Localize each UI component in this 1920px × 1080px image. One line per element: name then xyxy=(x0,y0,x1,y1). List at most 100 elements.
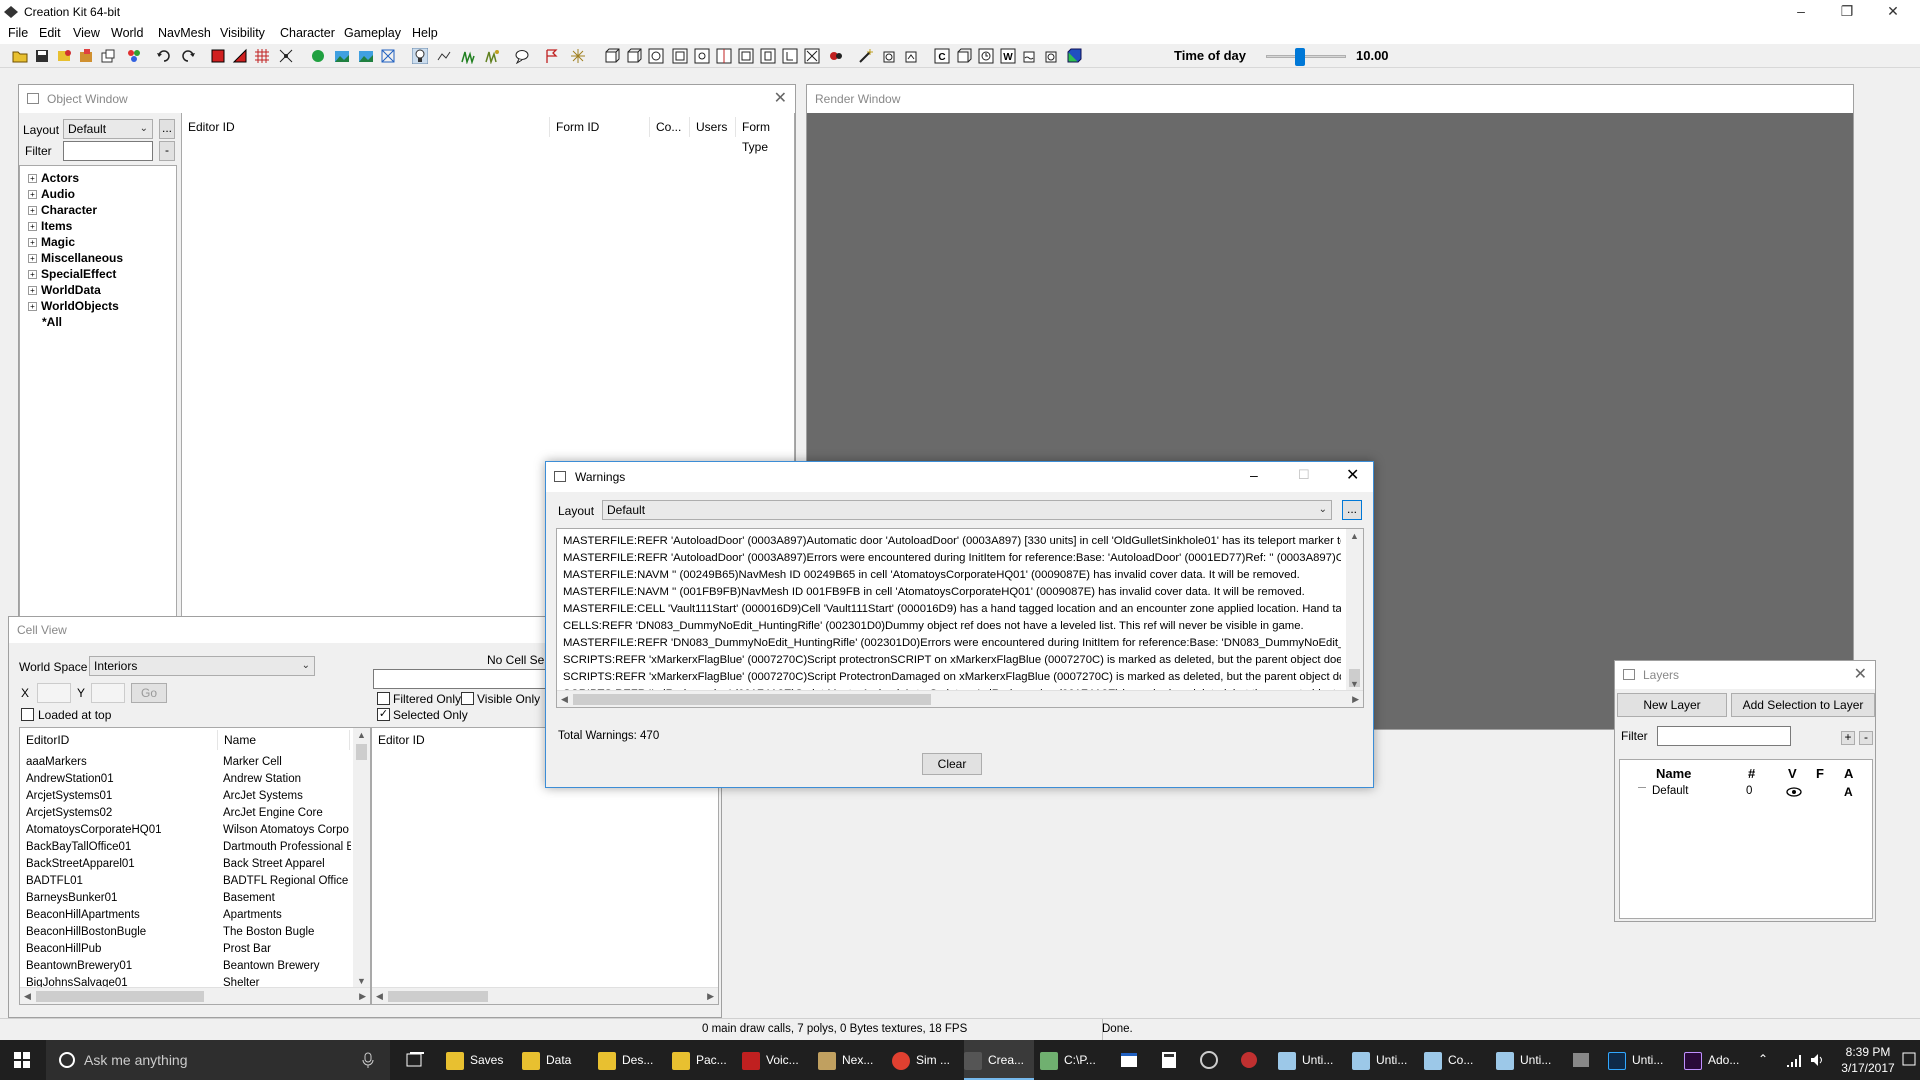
table-row[interactable]: AtomatoysCorporateHQ01 Wilson Atomatoys C… xyxy=(20,822,354,839)
arrow-down-icon[interactable]: ▼ xyxy=(1350,679,1359,689)
wand-icon[interactable] xyxy=(858,48,874,64)
table-row[interactable]: BeaconHillApartments Apartments xyxy=(20,907,354,924)
scroll-thumb[interactable] xyxy=(573,694,931,705)
tree-actors[interactable]: + Actors xyxy=(28,170,79,186)
x-input[interactable] xyxy=(37,683,71,703)
taskbar-app-packages[interactable]: Pac... xyxy=(672,1040,734,1080)
speech-icon[interactable] xyxy=(514,48,530,64)
flag-icon[interactable] xyxy=(544,48,560,64)
warning-line[interactable]: MASTERFILE:CELL 'Vault111Start' (000016D… xyxy=(563,601,1341,618)
taskbar-app-voicemeeter[interactable]: Voic... xyxy=(742,1040,810,1080)
warnings-list[interactable]: MASTERFILE:REFR 'AutoloadDoor' (0003A897… xyxy=(556,528,1364,708)
maximize-icon[interactable]: ☐ xyxy=(1298,467,1310,483)
windows-start-icon[interactable] xyxy=(14,1052,30,1068)
warning-line[interactable]: SCRIPTS:REFR 'xMarkerxFlagBlue' (0007270… xyxy=(563,652,1341,669)
warnings-layout-combo[interactable]: Default ⌄ xyxy=(602,500,1332,520)
col-users[interactable]: Users xyxy=(690,117,736,137)
col-editor-id[interactable]: Editor ID xyxy=(372,730,552,750)
water-icon[interactable] xyxy=(1022,48,1038,64)
undo-icon[interactable] xyxy=(156,48,172,64)
close-button[interactable]: ✕ xyxy=(1870,0,1916,24)
w-letter-icon[interactable]: W xyxy=(1000,48,1016,64)
add-layer-button[interactable]: + xyxy=(1841,731,1855,745)
warning-line[interactable]: SCRIPTS:REFR 'xMarkerxFlagBlue' (0007270… xyxy=(563,669,1341,686)
table-row[interactable]: ArcjetSystems01 ArcJet Systems xyxy=(20,788,354,805)
multibound-icon[interactable] xyxy=(716,48,732,64)
table-row[interactable]: BackBayTallOffice01 Dartmouth Professiona… xyxy=(20,839,354,856)
cube-icon-1[interactable] xyxy=(604,48,620,64)
triangle-icon[interactable] xyxy=(232,48,248,64)
warning-line[interactable]: MASTERFILE:NAVM '' (001FB9FB)NavMesh ID … xyxy=(563,584,1341,601)
warning-line[interactable]: MASTERFILE:REFR 'DN083_DummyNoEdit_Hunti… xyxy=(563,635,1341,652)
y-input[interactable] xyxy=(91,683,125,703)
table-row[interactable]: BeantownBrewery01 Beantown Brewery xyxy=(20,958,354,975)
hidden-icon[interactable] xyxy=(804,48,820,64)
expand-icon[interactable]: + xyxy=(28,238,37,248)
expand-icon[interactable]: + xyxy=(28,222,37,232)
warning-line[interactable]: CELLS:REFR 'DN083_DummyNoEdit_HuntingRif… xyxy=(563,618,1341,635)
calculator-icon[interactable] xyxy=(1160,1051,1178,1069)
maximize-button[interactable]: ❐ xyxy=(1824,0,1870,24)
expand-icon[interactable]: + xyxy=(28,206,37,216)
cube-icon-2[interactable] xyxy=(626,48,642,64)
taskbar-app-untitled-3[interactable]: Unti... xyxy=(1496,1040,1558,1080)
task-view-icon[interactable] xyxy=(406,1052,426,1068)
taskbar-app-creation-kit[interactable]: Crea... xyxy=(964,1040,1034,1080)
cell-filter-input[interactable] xyxy=(373,669,555,689)
new-layer-button[interactable]: New Layer xyxy=(1617,693,1727,717)
grid-icon[interactable] xyxy=(254,48,270,64)
preferences-icon[interactable] xyxy=(100,48,116,64)
arrow-left-icon[interactable]: ◀ xyxy=(561,694,568,705)
scroll-thumb[interactable] xyxy=(356,744,367,760)
expand-icon[interactable]: + xyxy=(28,302,37,312)
expand-icon[interactable]: + xyxy=(28,270,37,280)
redo-icon[interactable] xyxy=(180,48,196,64)
layers-filter-input[interactable] xyxy=(1657,726,1791,746)
steam-icon[interactable] xyxy=(1200,1051,1218,1069)
go-button[interactable]: Go xyxy=(131,683,167,703)
menu-help[interactable]: Help xyxy=(412,26,438,40)
minimize-icon[interactable]: – xyxy=(1250,467,1258,483)
sphere-icon[interactable] xyxy=(648,48,664,64)
clear-button[interactable]: Clear xyxy=(922,753,982,775)
layout-combo[interactable]: Default ⌄ xyxy=(63,119,153,139)
landscape-icon[interactable] xyxy=(334,48,350,64)
open-icon[interactable] xyxy=(12,48,28,64)
filtered-only-checkbox[interactable] xyxy=(377,692,390,705)
menu-world[interactable]: World xyxy=(111,26,143,40)
chevron-up-icon[interactable]: ⌃ xyxy=(1758,1052,1768,1066)
table-row[interactable]: aaaMarkers Marker Cell xyxy=(20,754,354,771)
col-count[interactable]: Co... xyxy=(650,117,690,137)
occlusion-icon[interactable] xyxy=(738,48,754,64)
cell-list-vscrollbar[interactable]: ▲ ▼ xyxy=(353,728,370,988)
light-bulb-icon[interactable] xyxy=(412,48,428,64)
sparkle-icon[interactable] xyxy=(570,48,586,64)
layout-more-button[interactable]: ... xyxy=(159,119,175,139)
table-row[interactable]: AndrewStation01 Andrew Station xyxy=(20,771,354,788)
menu-edit[interactable]: Edit xyxy=(39,26,61,40)
activator-icon[interactable] xyxy=(782,48,798,64)
taskbar-app-co[interactable]: Co... xyxy=(1424,1040,1486,1080)
table-row[interactable]: BeaconHillPub Prost Bar xyxy=(20,941,354,958)
microphone-icon[interactable] xyxy=(362,1052,374,1068)
col-editor-id[interactable]: Editor ID xyxy=(182,117,550,137)
col-form-id[interactable]: Form ID xyxy=(550,117,650,137)
taskbar-app-saves[interactable]: Saves xyxy=(446,1040,512,1080)
tree-items[interactable]: + Items xyxy=(28,218,72,234)
taskbar-app-photoshop[interactable]: Unti... xyxy=(1608,1040,1670,1080)
arrow-left-icon[interactable]: ◀ xyxy=(376,991,383,1002)
warning-line[interactable]: MASTERFILE:NAVM '' (00249B65)NavMesh ID … xyxy=(563,567,1341,584)
media-icon[interactable] xyxy=(1240,1051,1258,1069)
layers-list[interactable]: Name # V F A Default 0 A xyxy=(1619,759,1873,919)
arrow-right-icon[interactable]: ▶ xyxy=(359,991,366,1002)
taskbar-app-untitled-2[interactable]: Unti... xyxy=(1352,1040,1414,1080)
menu-visibility[interactable]: Visibility xyxy=(220,26,265,40)
tree-miscellaneous[interactable]: + Miscellaneous xyxy=(28,250,123,266)
warnings-more-button[interactable]: ... xyxy=(1342,500,1362,520)
taskbar-app-chrome[interactable]: Sim ... xyxy=(892,1040,960,1080)
close-icon[interactable]: ✕ xyxy=(1854,664,1867,684)
warning-line[interactable]: MASTERFILE:REFR 'AutoloadDoor' (0003A897… xyxy=(563,533,1341,550)
menu-character[interactable]: Character xyxy=(280,26,335,40)
arrow-down-icon[interactable]: ▼ xyxy=(357,976,366,986)
volume-icon[interactable] xyxy=(1810,1053,1826,1067)
